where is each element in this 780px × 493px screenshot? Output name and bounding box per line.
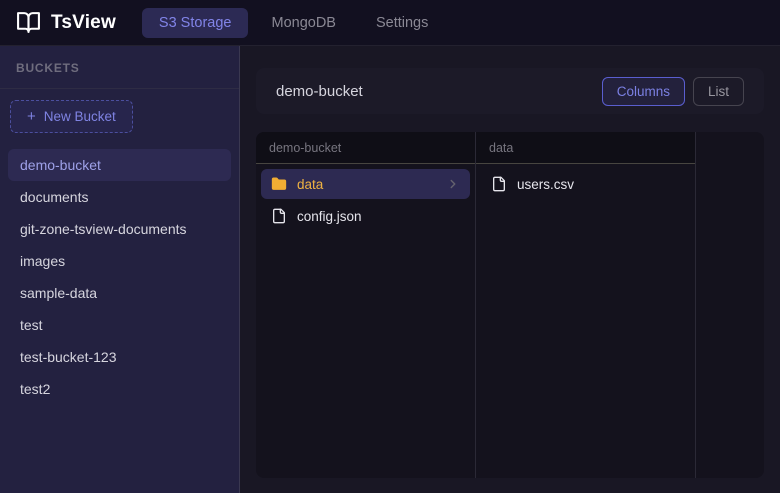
app-logo: TsView [16, 10, 116, 35]
view-toggle: Columns List [602, 77, 744, 106]
sidebar-item-demo-bucket[interactable]: demo-bucket [8, 149, 231, 181]
plus-icon: + [27, 109, 36, 124]
browser-row-data[interactable]: data [261, 169, 470, 199]
book-open-icon [16, 10, 41, 35]
column-body: data config.json [256, 164, 475, 236]
content-area: BUCKETS + New Bucket demo-bucketdocument… [0, 46, 780, 493]
row-label: config.json [297, 209, 362, 224]
top-navbar: TsView S3 StorageMongoDBSettings [0, 0, 780, 46]
sidebar-item-test2[interactable]: test2 [8, 373, 231, 405]
app-title: TsView [51, 12, 116, 34]
new-bucket-wrap: + New Bucket [0, 89, 239, 139]
chevron-right-icon [446, 177, 460, 191]
buckets-sidebar: BUCKETS + New Bucket demo-bucketdocument… [0, 46, 240, 493]
sidebar-item-documents[interactable]: documents [8, 181, 231, 213]
nav-tab-settings[interactable]: Settings [359, 8, 445, 38]
bucket-title: demo-bucket [276, 83, 363, 100]
view-button-list[interactable]: List [693, 77, 744, 106]
row-label: data [297, 177, 323, 192]
browser-row-config-json[interactable]: config.json [261, 201, 470, 231]
folder-icon [271, 176, 287, 192]
new-bucket-label: New Bucket [44, 109, 116, 124]
sidebar-item-test[interactable]: test [8, 309, 231, 341]
sidebar-section-title: BUCKETS [0, 46, 239, 89]
sidebar-item-test-bucket-123[interactable]: test-bucket-123 [8, 341, 231, 373]
nav-tab-mongodb[interactable]: MongoDB [254, 8, 352, 38]
sidebar-item-git-zone-tsview-documents[interactable]: git-zone-tsview-documents [8, 213, 231, 245]
sidebar-item-images[interactable]: images [8, 245, 231, 277]
column-header: demo-bucket [256, 132, 475, 164]
bucket-header-card: demo-bucket Columns List [256, 68, 764, 114]
main-panel: demo-bucket Columns List demo-bucket data… [240, 46, 780, 493]
bucket-list: demo-bucketdocumentsgit-zone-tsview-docu… [0, 139, 239, 415]
sidebar-item-sample-data[interactable]: sample-data [8, 277, 231, 309]
file-icon [271, 208, 287, 224]
new-bucket-button[interactable]: + New Bucket [10, 100, 133, 133]
browser-column-1: demo-bucket data config.json [256, 132, 476, 478]
browser-row-users-csv[interactable]: users.csv [481, 169, 690, 199]
nav-tab-s3-storage[interactable]: S3 Storage [142, 8, 249, 38]
view-button-columns[interactable]: Columns [602, 77, 685, 106]
column-body: users.csv [476, 164, 695, 204]
file-browser-panel: demo-bucket data config.json data users.… [256, 132, 764, 478]
row-label: users.csv [517, 177, 574, 192]
column-header: data [476, 132, 695, 164]
browser-column-2: data users.csv [476, 132, 696, 478]
nav-tabs: S3 StorageMongoDBSettings [142, 8, 445, 38]
file-icon [491, 176, 507, 192]
